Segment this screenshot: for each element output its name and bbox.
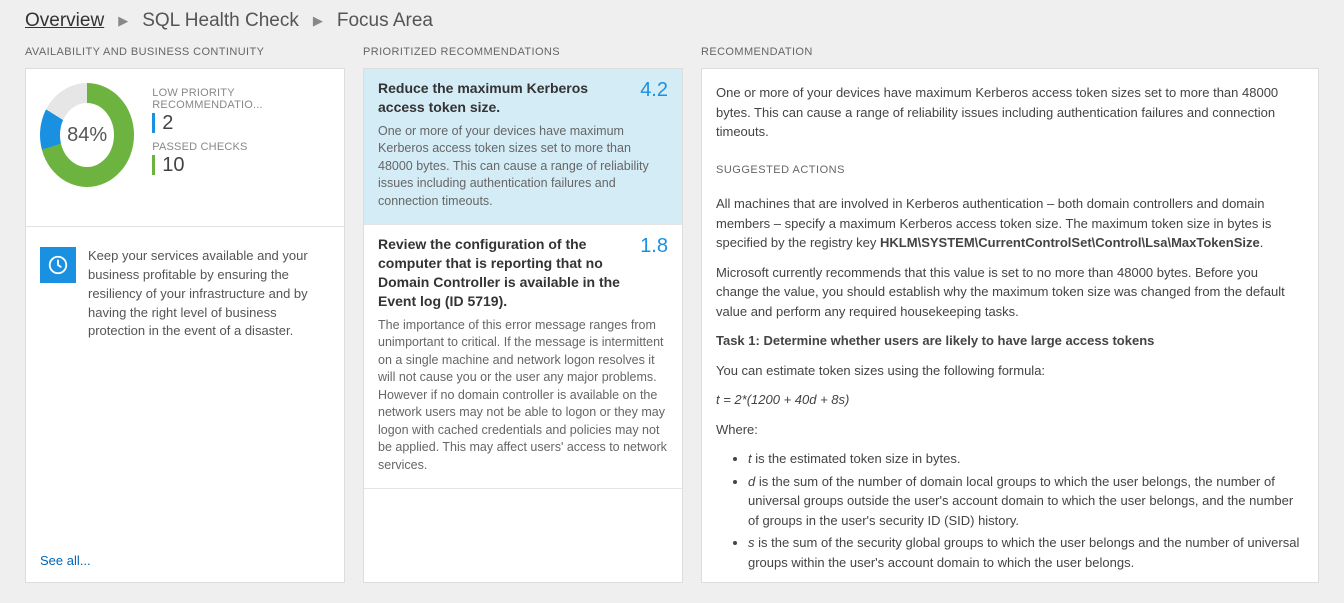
variable-list: t is the estimated token size in bytes. …	[716, 449, 1304, 575]
availability-card: 84% LOW PRIORITY RECOMMENDATIO... 2 PASS…	[25, 68, 345, 583]
availability-heading: AVAILABILITY AND BUSINESS CONTINUITY	[25, 46, 345, 58]
recommendation-body: One or more of your devices have maximum…	[378, 123, 668, 211]
low-priority-value: 2	[152, 113, 330, 133]
recommendation-title: Reduce the maximum Kerberos access token…	[378, 79, 630, 117]
recommendations-card: Reduce the maximum Kerberos access token…	[363, 68, 683, 583]
recommendation-item[interactable]: Review the configuration of the computer…	[364, 225, 682, 489]
task-heading: Task 1: Determine whether users are like…	[716, 331, 1304, 351]
breadcrumb-focus-area: Focus Area	[337, 10, 433, 32]
low-priority-label: LOW PRIORITY RECOMMENDATIO...	[152, 87, 330, 111]
pass-rate-donut: 84%	[40, 83, 134, 187]
formula: t = 2*(1200 + 40d + 8s)	[716, 390, 1304, 410]
breadcrumb-sql-health[interactable]: SQL Health Check	[142, 10, 299, 32]
recommendation-intro: One or more of your devices have maximum…	[716, 83, 1304, 142]
pass-rate-percent: 84%	[40, 83, 134, 187]
availability-description: Keep your services available and your bu…	[88, 247, 330, 341]
breadcrumb: Overview ▶ SQL Health Check ▶ Focus Area	[0, 0, 1344, 46]
suggested-paragraph: All machines that are involved in Kerber…	[716, 194, 1304, 253]
recommendations-heading: PRIORITIZED RECOMMENDATIONS	[363, 46, 683, 58]
clock-icon	[40, 247, 76, 283]
recommendation-item[interactable]: Reduce the maximum Kerberos access token…	[364, 69, 682, 225]
breadcrumb-overview[interactable]: Overview	[25, 10, 104, 32]
recommendation-detail-card: One or more of your devices have maximum…	[701, 68, 1319, 583]
see-all-link[interactable]: See all...	[40, 543, 330, 568]
passed-checks-value: 10	[152, 155, 330, 175]
where-label: Where:	[716, 420, 1304, 440]
chevron-right-icon: ▶	[313, 13, 323, 29]
recommendation-body: The importance of this error message ran…	[378, 317, 668, 475]
suggested-paragraph: You can estimate token sizes using the f…	[716, 361, 1304, 381]
chevron-right-icon: ▶	[118, 13, 128, 29]
recommendation-score: 1.8	[640, 235, 668, 258]
suggested-paragraph: Microsoft currently recommends that this…	[716, 263, 1304, 322]
recommendation-title: Review the configuration of the computer…	[378, 235, 630, 311]
passed-checks-label: PASSED CHECKS	[152, 141, 330, 153]
recommendation-detail-heading: RECOMMENDATION	[701, 46, 1319, 58]
recommendation-score: 4.2	[640, 79, 668, 102]
suggested-actions-heading: SUGGESTED ACTIONS	[716, 162, 1304, 179]
